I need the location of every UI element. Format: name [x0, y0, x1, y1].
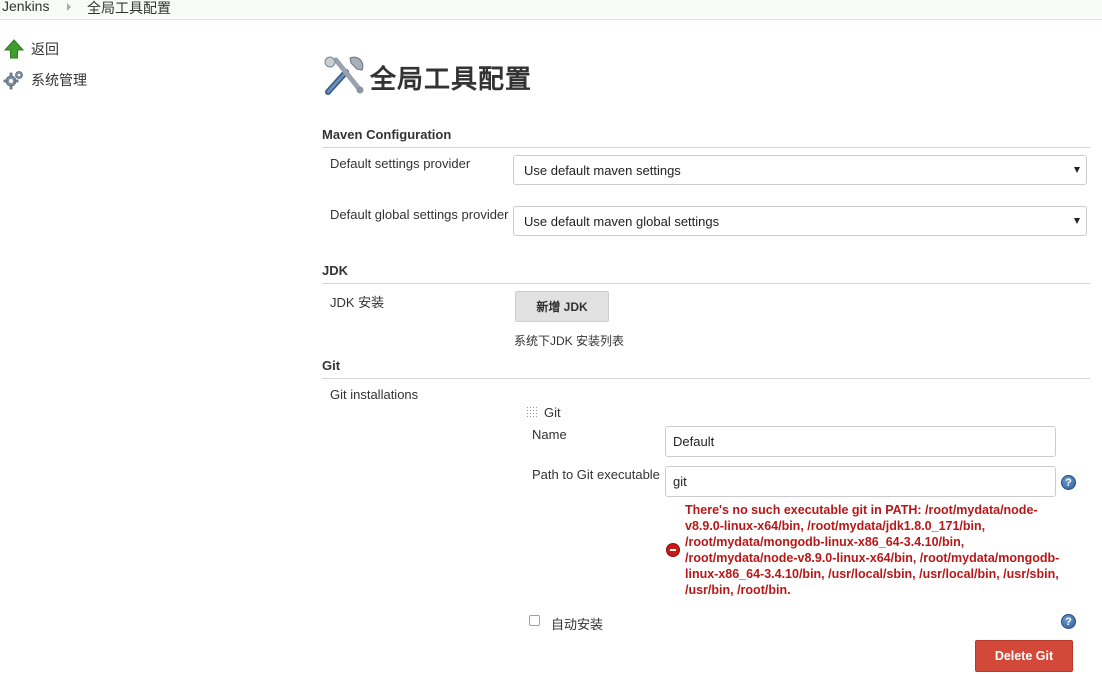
jdk-install-label: JDK 安装: [330, 295, 385, 310]
git-name-value: Default: [673, 434, 715, 449]
git-block-title: Git: [544, 405, 561, 420]
chevron-down-icon: [1074, 218, 1080, 224]
section-divider: [322, 283, 1090, 284]
git-installations-label: Git installations: [330, 387, 419, 402]
tools-icon: [322, 54, 366, 101]
git-path-label: Path to Git executable: [532, 467, 660, 482]
git-path-error-message: There's no such executable git in PATH: …: [685, 503, 1060, 597]
gear-icon: [3, 69, 25, 91]
git-path-value: git: [673, 474, 687, 489]
maven-section-heading: Maven Configuration: [322, 127, 452, 142]
auto-install-label: 自动安装: [551, 617, 604, 632]
git-name-label: Name: [532, 427, 567, 442]
global-settings-select[interactable]: Use default maven global settings: [513, 206, 1087, 236]
sidebar-item-manage[interactable]: 系统管理: [3, 69, 87, 91]
page-title: 全局工具配置: [322, 54, 532, 101]
global-settings-label: Default global settings provider: [330, 207, 509, 222]
jdk-section-heading: JDK: [322, 263, 349, 278]
help-icon[interactable]: ?: [1061, 475, 1076, 490]
breadcrumb-separator-icon: [67, 3, 71, 11]
git-name-input[interactable]: Default: [665, 426, 1056, 457]
up-arrow-icon: [3, 38, 25, 60]
git-path-input[interactable]: git: [665, 466, 1056, 497]
page-title-text: 全局工具配置: [370, 65, 533, 95]
default-settings-select[interactable]: Use default maven settings: [513, 155, 1087, 185]
breadcrumb: Jenkins 全局工具配置: [0, 0, 1102, 20]
breadcrumb-jenkins[interactable]: Jenkins: [2, 0, 49, 14]
help-icon[interactable]: ?: [1061, 614, 1076, 629]
global-settings-value: Use default maven global settings: [524, 213, 720, 229]
chevron-down-icon: [1074, 167, 1080, 173]
delete-git-button[interactable]: Delete Git: [975, 640, 1073, 672]
sidebar-item-label: 返回: [31, 41, 59, 57]
breadcrumb-current[interactable]: 全局工具配置: [87, 0, 171, 18]
jdk-hint-text: 系统下JDK 安装列表: [514, 334, 625, 348]
auto-install-checkbox[interactable]: [529, 615, 540, 626]
error-icon: [666, 543, 680, 557]
drag-handle-icon[interactable]: [526, 406, 537, 418]
add-jdk-button[interactable]: 新增 JDK: [515, 291, 609, 322]
sidebar-item-back[interactable]: 返回: [3, 38, 59, 60]
default-settings-value: Use default maven settings: [524, 162, 681, 178]
sidebar-item-label: 系统管理: [31, 72, 87, 88]
section-divider: [322, 147, 1090, 148]
section-divider: [322, 378, 1090, 379]
git-section-heading: Git: [322, 358, 341, 373]
default-settings-label: Default settings provider: [330, 156, 471, 171]
